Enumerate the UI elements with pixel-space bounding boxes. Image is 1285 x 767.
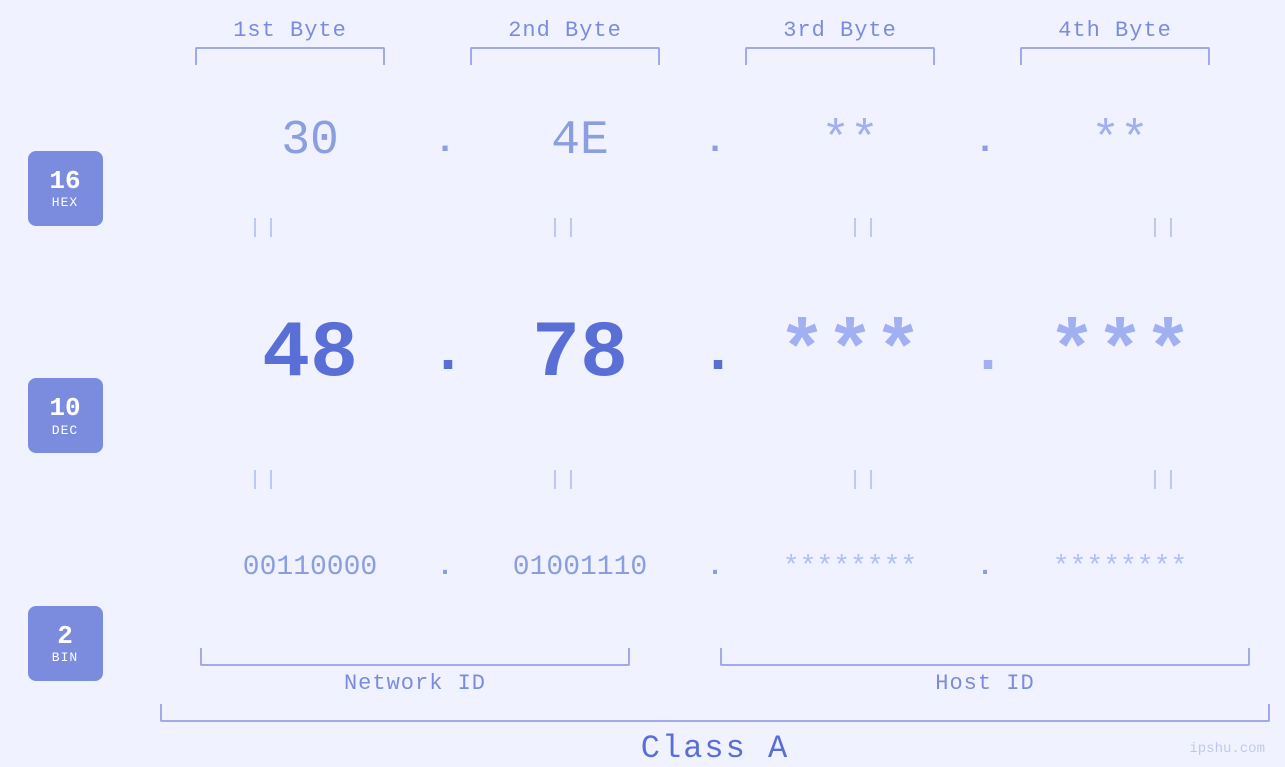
dec-row: 48 . 78 . *** . *** [130, 240, 1285, 468]
bracket-cell-3 [703, 47, 978, 65]
hex-badge: 16 HEX [28, 151, 103, 226]
dec-dot2: . [700, 320, 730, 388]
top-bracket-1 [195, 47, 385, 65]
bin-byte3: ******** [783, 552, 917, 583]
byte4-label: 4th Byte [978, 18, 1253, 43]
bin-row: 00110000 . 01001110 . ******** . *******… [130, 492, 1285, 644]
equals-1-cell1: || [130, 217, 400, 240]
dec-dot3: . [970, 320, 1000, 388]
dec-byte2: 78 [532, 309, 628, 400]
hex-dot3: . [970, 121, 1000, 162]
dec-badge-label: DEC [52, 423, 78, 438]
equals-2-cell4: || [1030, 469, 1285, 492]
hex-row: 30 . 4E . ** . ** [130, 65, 1285, 217]
bin-byte4: ******** [1053, 552, 1187, 583]
byte-labels-row: 1st Byte 2nd Byte 3rd Byte 4th Byte [60, 0, 1285, 43]
hex-dot2: . [700, 121, 730, 162]
page-container: 1st Byte 2nd Byte 3rd Byte 4th Byte 16 H… [0, 0, 1285, 767]
hex-byte4: ** [1091, 114, 1149, 168]
network-bracket-container [160, 648, 670, 666]
bin-dot3: . [970, 552, 1000, 583]
equals-2-cell1: || [130, 469, 400, 492]
class-bracket-row [130, 704, 1285, 722]
bin-byte2: 01001110 [513, 552, 647, 583]
bin-dot2: . [700, 552, 730, 583]
bin-badge-number: 2 [57, 622, 73, 651]
hex-dot1: . [430, 121, 460, 162]
class-label: Class A [160, 730, 1270, 767]
dec-badge: 10 DEC [28, 378, 103, 453]
top-bracket-row [60, 47, 1285, 65]
data-rows-container: 30 . 4E . ** . ** || || [130, 65, 1285, 767]
watermark: ipshu.com [1189, 741, 1265, 757]
bin-badge: 2 BIN [28, 606, 103, 681]
network-id-label: Network ID [160, 671, 670, 696]
bracket-cell-1 [153, 47, 428, 65]
hex-byte2: 4E [551, 114, 609, 168]
class-bracket [160, 704, 1270, 722]
id-labels-row: Network ID Host ID [130, 671, 1285, 696]
bin-badge-label: BIN [52, 650, 78, 665]
top-bracket-2 [470, 47, 660, 65]
host-bracket [720, 648, 1250, 666]
bracket-cell-4 [978, 47, 1253, 65]
equals-1-cell3: || [730, 217, 1000, 240]
hex-byte3: ** [821, 114, 879, 168]
byte2-label: 2nd Byte [428, 18, 703, 43]
equals-row-2: || || || || [130, 469, 1285, 492]
byte1-label: 1st Byte [153, 18, 428, 43]
bottom-bracket-row [130, 648, 1285, 666]
top-bracket-4 [1020, 47, 1210, 65]
equals-row-1: || || || || [130, 217, 1285, 240]
top-bracket-3 [745, 47, 935, 65]
equals-1-cell4: || [1030, 217, 1285, 240]
host-bracket-container [700, 648, 1270, 666]
host-id-label: Host ID [700, 671, 1270, 696]
hex-byte1: 30 [281, 114, 339, 168]
bin-dot1: . [430, 552, 460, 583]
dec-byte3: *** [778, 309, 922, 400]
dec-byte4: *** [1048, 309, 1192, 400]
equals-2-cell3: || [730, 469, 1000, 492]
network-bracket [200, 648, 630, 666]
equals-1-cell2: || [430, 217, 700, 240]
dec-badge-number: 10 [49, 394, 80, 423]
badges-column: 16 HEX 10 DEC 2 BIN [0, 65, 130, 767]
equals-2-cell2: || [430, 469, 700, 492]
hex-badge-number: 16 [49, 167, 80, 196]
dec-byte1: 48 [262, 309, 358, 400]
bracket-cell-2 [428, 47, 703, 65]
hex-badge-label: HEX [52, 195, 78, 210]
byte3-label: 3rd Byte [703, 18, 978, 43]
bin-byte1: 00110000 [243, 552, 377, 583]
dec-dot1: . [430, 320, 460, 388]
